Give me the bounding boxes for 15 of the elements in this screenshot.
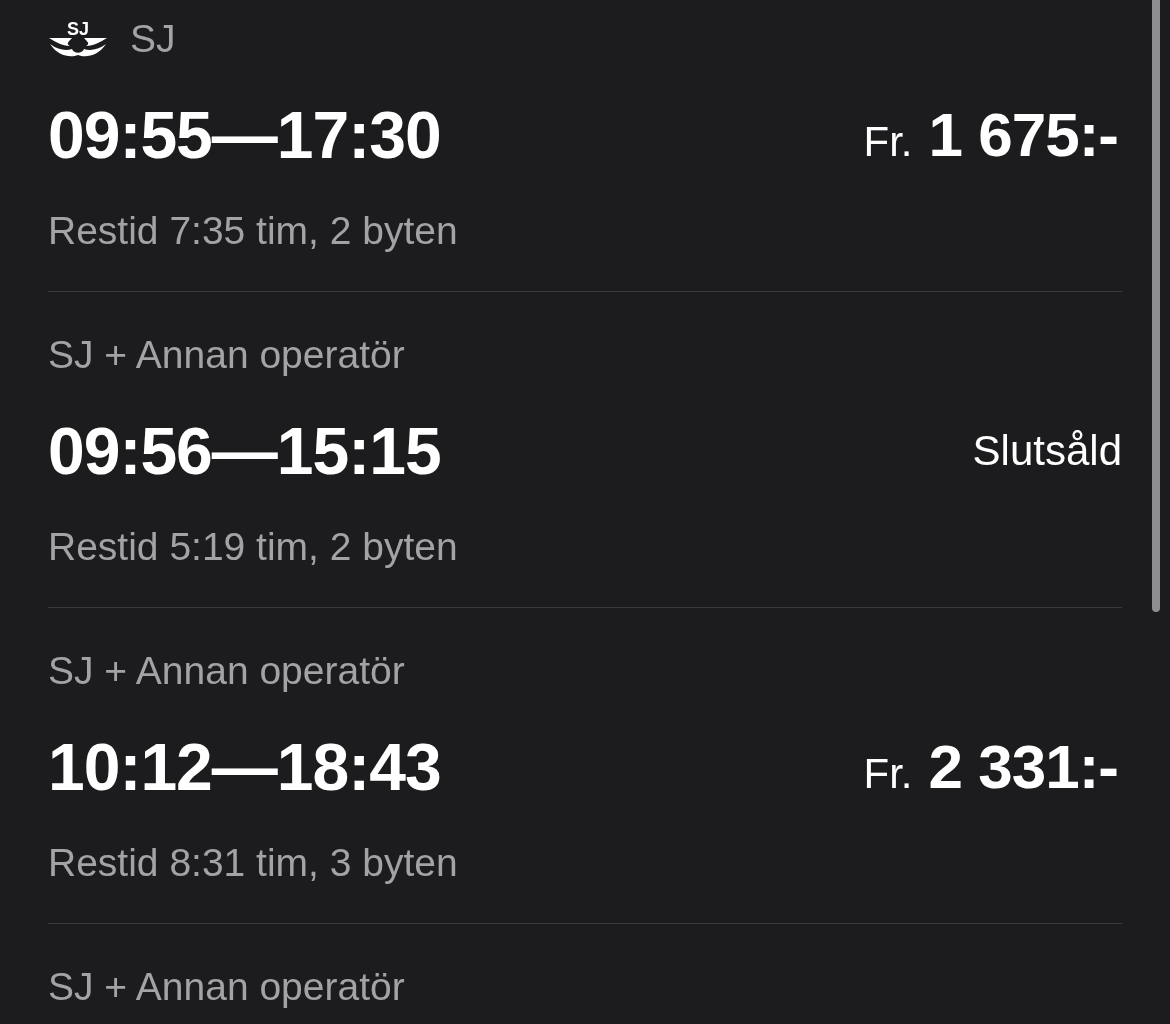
departure-arrival-times: 09:56—15:15 [48,418,441,484]
departure-arrival-times: 09:55—17:30 [48,102,441,168]
operator-label: SJ + Annan operatör [48,650,405,690]
price-amount: 2 331:- [928,736,1118,798]
price-prefix: Fr. [863,121,913,163]
departure-arrival-times: 10:12—18:43 [48,734,441,800]
operator-label: SJ + Annan operatör [48,966,405,1006]
price-amount: 1 675:- [928,104,1118,166]
sold-out-label: Slutsåld [972,430,1122,472]
operator-label: SJ [130,18,176,58]
travel-time-label: Restid 7:35 tim, 2 byten [48,210,458,250]
travel-time-label: Restid 8:31 tim, 3 byten [48,842,458,882]
travel-time-label: Restid 5:19 tim, 2 byten [48,526,458,566]
price-prefix: Fr. [863,753,913,795]
operator-label: SJ + Annan operatör [48,334,405,374]
